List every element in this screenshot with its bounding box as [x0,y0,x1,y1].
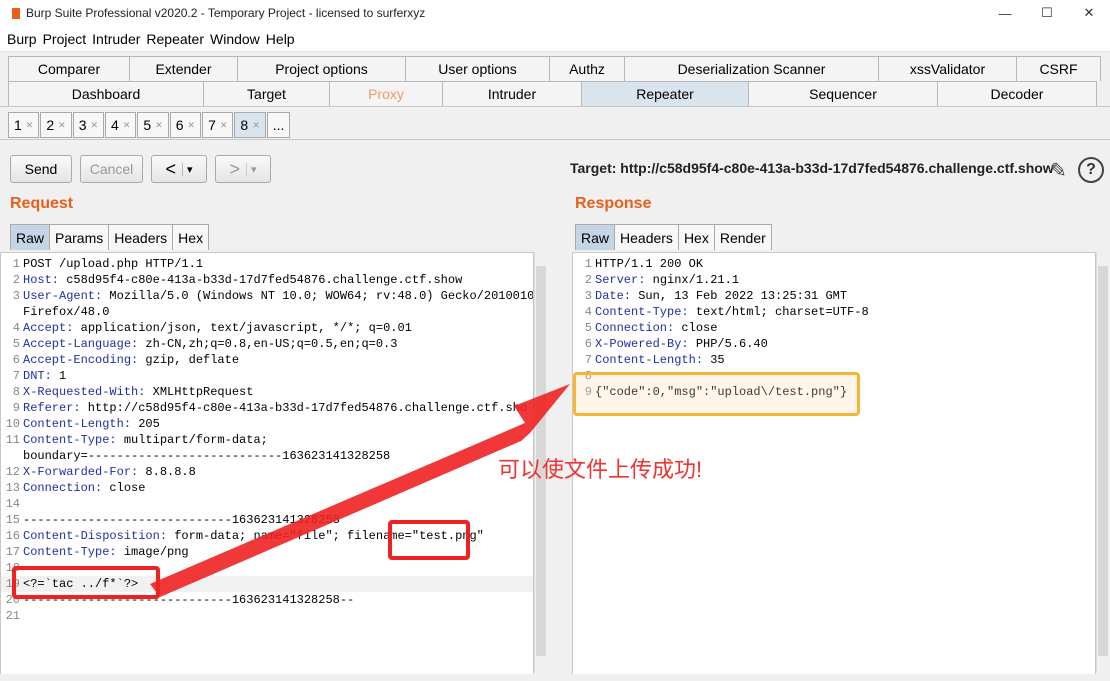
response-footer [560,674,1110,681]
annotation-text: 可以使文件上传成功! [498,457,703,482]
annotation-arrow [150,384,570,597]
request-footer [0,674,552,681]
